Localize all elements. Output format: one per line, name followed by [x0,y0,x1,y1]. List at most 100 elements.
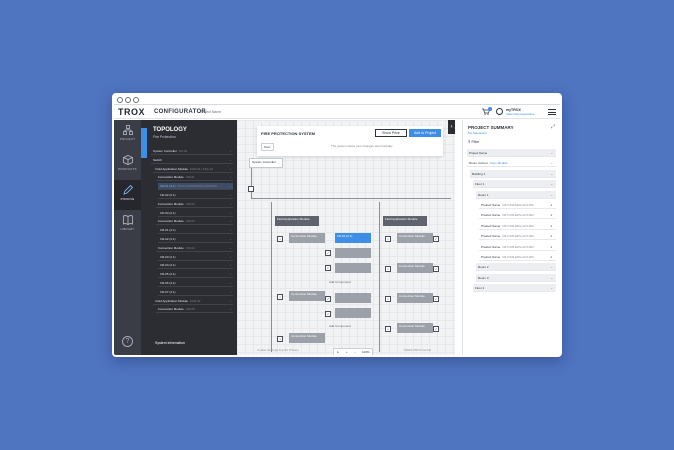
topology-tree-item[interactable]: FR-05 (2.1) [158,271,233,279]
damper-icon[interactable]: ✓ [325,296,331,302]
summary-product-row[interactable]: Product Name FR-F/SR-ERS-AK/1000 1 [479,253,556,261]
nav-item-library[interactable]: LIBRARY [114,210,141,240]
window-dot-icon[interactable] [133,97,139,103]
fd-node[interactable] [335,248,371,258]
filter-button[interactable]: ⊽ Filter [468,140,479,144]
fit-icon[interactable]: ⇤ [337,349,340,355]
connection-module-node[interactable]: Connection Module [289,333,325,343]
trox-logo[interactable]: TROX [118,107,145,117]
summary-product-row[interactable]: Product Name FR-F/SR-ERS-AK/1000 1 [479,243,556,251]
system-controller-node[interactable]: System Controller [249,158,283,168]
fd-selected-node[interactable]: FD-01 (2.1) [335,233,371,243]
damper-icon[interactable]: ✓ [325,250,331,256]
damper-icon[interactable]: ✓ [325,311,331,317]
nav-item-picking[interactable]: PICKING [114,180,141,210]
module-icon[interactable]: ▪ [277,236,283,242]
window-dot-icon[interactable] [125,97,131,103]
back-button[interactable]: Back [261,143,274,151]
module-icon[interactable]: ▪ [385,236,391,242]
summary-product-row[interactable]: Product Name FR-F/SR-ERS-AK/1000 1 [479,232,556,241]
topology-tree-item[interactable]: FD-01 (2.1) FD-01-STANDARD-DAMPER [158,183,233,191]
topology-tree-item[interactable]: FR-03 (2.1) [158,254,233,261]
topology-tree-item[interactable]: Field Application Module FAM-02 [153,298,233,305]
module-icon[interactable]: ▪ [385,266,391,272]
connection-module-node[interactable]: Connection Module [397,233,433,243]
chevron-down-icon[interactable]: ⌄ [550,170,553,177]
nav-item-project[interactable]: PROJECT [114,120,141,150]
chevron-down-icon[interactable]: ⌄ [550,191,553,198]
summary-group-row[interactable]: Room 3 ⌄ [476,273,556,282]
summary-product-row[interactable]: Product Name FR-F/SR-ERS-AK/1000 1 [479,222,556,230]
window-dot-icon[interactable] [117,97,123,103]
hamburger-menu-icon[interactable] [548,109,556,115]
summary-group-row[interactable]: Room 2 ⌄ [476,263,556,272]
fd-node[interactable] [335,293,371,303]
summary-product-row[interactable]: Product Name FR-F/SR-ERS-AK/1000 1 [479,211,556,220]
topology-tree-item[interactable]: Field Application Module FAM-01 | FSA-01 [153,166,233,173]
topology-tree-item[interactable]: FR-06 (2.1) [158,280,233,287]
topology-tree-item[interactable]: Switch [151,157,233,164]
fam-node[interactable]: Field Application Module [275,216,319,226]
damper-icon[interactable]: ✓ [433,296,439,302]
expand-icon[interactable]: ⤢ [551,124,555,130]
footer-links[interactable]: Cookie Settings Imprint Privacy [257,348,299,352]
add-component-link[interactable]: Add Component [329,280,351,284]
connection-module-node[interactable]: Connection Module [397,293,433,303]
summary-product-row[interactable]: Product Name FR-F/SR-ERS-AK/1000 1 [479,201,556,209]
topology-tree-item[interactable]: FR-01 (2.1) [158,227,233,235]
fam-node[interactable]: Field Application Module [383,216,427,226]
module-icon[interactable]: ▪ [385,296,391,302]
summary-group-row[interactable]: Project Name ⌄ [467,149,556,157]
summary-subtitle[interactable]: My Selections [468,131,487,135]
fd-node[interactable] [335,308,371,318]
chevron-down-icon[interactable]: ⌄ [550,180,553,187]
topology-tree-item[interactable]: Connection Module CM-04 [155,245,233,252]
connection-module-node[interactable]: Connection Module [289,291,325,301]
collapse-panel-icon[interactable]: › [448,120,455,134]
module-icon[interactable]: ▪ [385,326,391,332]
damper-icon[interactable]: ✓ [433,326,439,332]
damper-icon[interactable]: ✓ [433,266,439,272]
show-price-button[interactable]: Show Price [375,129,407,137]
summary-group-row[interactable]: Room Control Open Module ⌄ [467,159,556,168]
summary-group-row[interactable]: Floor 2 ⌄ [473,284,556,293]
connection-module-node[interactable]: Connection Module [397,323,433,333]
topology-tree-item[interactable]: Connection Module CM-02 [155,201,233,208]
damper-icon[interactable]: ✓ [325,265,331,271]
system-information[interactable]: System information [155,341,185,345]
topology-tree-item[interactable]: Connection Module CM-01 [155,174,233,182]
topology-tree-item[interactable]: FR-04 (2.1) [158,262,233,270]
summary-group-row[interactable]: Room 1 ⌄ [476,190,556,199]
zoom-control[interactable]: ⇤ + − 100% [333,348,373,355]
zoom-out-icon[interactable]: − [354,349,356,355]
switch-node[interactable] [248,186,254,192]
help-icon[interactable]: ? [122,336,133,347]
topology-tree-item[interactable]: FD-02 (2.1) [158,192,233,199]
summary-group-row[interactable]: Floor 1 ⌄ [473,180,556,189]
add-to-project-button[interactable]: Add to Project [409,129,441,137]
fd-node[interactable] [335,263,371,273]
topology-canvas[interactable]: FIRE PROTECTION SYSTEM Show Price Add to… [237,120,455,355]
chevron-down-icon[interactable]: ⌄ [550,159,553,166]
zoom-in-icon[interactable]: + [346,349,348,355]
chevron-down-icon[interactable]: ⌄ [550,284,553,291]
project-name-link[interactable]: Project Name [200,110,221,114]
topology-tree-item[interactable]: FD-03 (2.1) [158,210,233,217]
topology-tree-item[interactable]: FR-02 (2.1) [158,236,233,243]
user-icon[interactable] [496,108,503,115]
connection-module-node[interactable]: Connection Module [397,263,433,273]
topology-tree-item[interactable]: Connection Module CM-05 [155,306,233,314]
add-component-link[interactable]: Add Component [329,324,351,328]
topology-tab[interactable] [141,128,147,158]
topology-tree-item[interactable]: FR-07 (2.1) [158,289,233,296]
chevron-down-icon[interactable]: ⌄ [550,274,553,281]
chevron-down-icon[interactable]: ⌄ [550,149,553,156]
module-icon[interactable]: ▪ [277,294,283,300]
module-icon[interactable]: ▪ [277,336,283,342]
connection-module-node[interactable]: Connection Module [289,233,325,243]
topology-tree-item[interactable]: System Controller SC-01 [151,148,233,155]
damper-icon[interactable]: ✓ [433,236,439,242]
summary-group-row[interactable]: Building 1 ⌄ [470,169,556,178]
topology-tree-item[interactable]: Connection Module CM-03 [155,218,233,226]
chevron-down-icon[interactable]: ⌄ [550,263,553,270]
